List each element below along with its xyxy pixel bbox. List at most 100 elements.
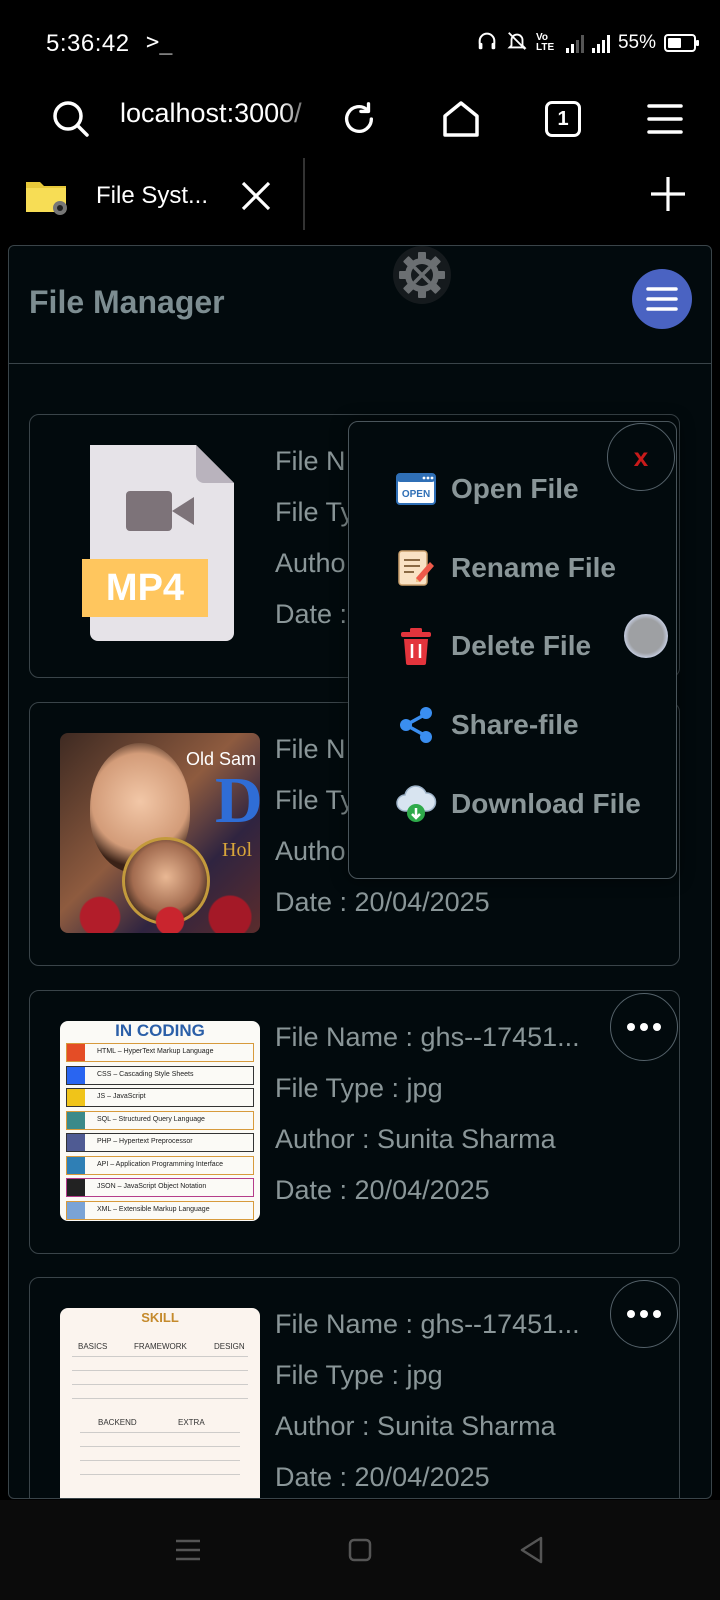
thumb-col: BASICS (78, 1342, 108, 1351)
search-icon[interactable] (46, 94, 96, 144)
file-type: File Type : jpg (275, 1360, 443, 1390)
home-icon[interactable] (436, 94, 486, 144)
dot (627, 1023, 635, 1031)
battery-percent: 55% (617, 32, 656, 53)
thumb-row: HTML – HyperText Markup Language (66, 1043, 254, 1062)
hamburger-menu-button[interactable] (632, 269, 692, 329)
tabs-count: 1 (545, 101, 581, 137)
thumb-row: JSON – JavaScript Object Notation (66, 1178, 254, 1197)
file-meta: File Name : ghs--17451... File Type : jp… (275, 1304, 595, 1498)
dot (640, 1023, 648, 1031)
open-file-icon: OPEN (395, 468, 437, 510)
tabs-count-button[interactable]: 1 (538, 94, 588, 144)
tab-title[interactable]: File Syst... (96, 182, 208, 210)
menu-item-label: Rename File (451, 552, 616, 583)
more-options-button[interactable] (610, 1280, 678, 1348)
app-header: File Manager (9, 246, 711, 364)
file-card[interactable]: IN CODING HTML – HyperText Markup Langua… (29, 990, 680, 1254)
file-name: File Name : ghs--17451... (275, 1309, 580, 1339)
dot (653, 1310, 661, 1318)
mp4-file-icon: MP4 (60, 445, 260, 645)
dot (653, 1023, 661, 1031)
recents-icon[interactable] (168, 1530, 208, 1570)
file-type: File Type : jpg (275, 1073, 443, 1103)
thumb-heading: IN CODING (115, 1021, 205, 1040)
rename-file-icon (395, 547, 437, 589)
thumb-list (72, 1356, 248, 1406)
status-icons: Vo LTE 55% (476, 28, 699, 58)
thumb-row: PHP – Hypertext Preprocessor (66, 1133, 254, 1152)
menu-item-share-file[interactable]: Share-file (395, 700, 579, 750)
photo-letter: D (215, 764, 260, 837)
download-file-icon (395, 783, 437, 825)
folder-settings-icon (24, 172, 70, 218)
signal-2-icon (591, 33, 610, 53)
touch-indicator (624, 614, 668, 658)
thumb-col: DESIGN (214, 1342, 245, 1351)
menu-item-label: Open File (451, 473, 579, 504)
browser-toolbar: localhost:3000/ 1 (0, 84, 720, 158)
reload-icon[interactable] (334, 94, 384, 144)
thumb-row: XML – Extensible Markup Language (66, 1200, 254, 1220)
menu-item-delete-file[interactable]: Delete File (395, 621, 591, 671)
thumb-rows: HTML – HyperText Markup Language CSS – C… (66, 1043, 254, 1221)
headphones-icon (476, 30, 498, 57)
file-meta: File Name : ghs--17451... File Type : jp… (275, 1017, 595, 1221)
tab-divider (303, 158, 305, 230)
thumb-list (80, 1432, 240, 1482)
status-time: 5:36:42 (46, 30, 130, 57)
back-icon[interactable] (512, 1530, 552, 1570)
thumb-row: SQL – Structured Query Language (66, 1110, 254, 1130)
close-menu-button[interactable]: x (607, 423, 675, 491)
file-author: Author : Sunita Sharma (275, 1411, 556, 1441)
battery-icon (664, 34, 699, 52)
thumb-heading: SKILL (141, 1310, 179, 1325)
tab-close-icon[interactable] (234, 174, 278, 218)
settings-tools-button[interactable] (393, 246, 451, 304)
file-date: Date : 20/04/2025 (275, 1462, 490, 1492)
volte-icon: Vo LTE (535, 32, 555, 53)
url-field[interactable]: localhost:3000/ (120, 98, 320, 129)
thumb-col: FRAMEWORK (134, 1342, 187, 1351)
tab-bar: File Syst... (0, 158, 720, 238)
file-author: Author : Sunita Sharma (275, 1124, 556, 1154)
page-title: File Manager (29, 284, 225, 320)
share-file-icon (395, 704, 437, 746)
menu-item-download-file[interactable]: Download File (395, 779, 641, 829)
hamburger-icon (646, 287, 678, 311)
roses-decoration (60, 893, 260, 933)
open-badge: OPEN (401, 488, 431, 500)
gear-icon (399, 252, 445, 298)
new-tab-icon[interactable] (646, 172, 690, 216)
system-nav-bar (0, 1500, 720, 1600)
menu-item-open-file[interactable]: OPEN Open File (395, 464, 579, 514)
terminal-icon: >_ (146, 30, 173, 55)
menu-item-rename-file[interactable]: Rename File (395, 543, 616, 593)
browser-menu-icon[interactable] (640, 94, 690, 144)
more-options-button[interactable] (610, 993, 678, 1061)
skill-thumbnail: SKILL BASICS FRAMEWORK DESIGN BACKEND EX… (60, 1308, 260, 1498)
menu-item-label: Share-file (451, 709, 579, 740)
file-date: Date : 20/04/2025 (275, 887, 490, 917)
thumb-col: BACKEND (98, 1418, 137, 1427)
dot (640, 1310, 648, 1318)
thumb-row: JS – JavaScript (66, 1088, 254, 1107)
delete-file-icon (395, 625, 437, 667)
file-date: Date : 20/04/2025 (275, 1175, 490, 1205)
home-nav-icon[interactable] (340, 1530, 380, 1570)
mp4-label: MP4 (105, 567, 185, 609)
coding-thumbnail: IN CODING HTML – HyperText Markup Langua… (60, 1021, 260, 1221)
dot (627, 1310, 635, 1318)
mute-bell-icon (506, 30, 528, 57)
file-card[interactable]: SKILL BASICS FRAMEWORK DESIGN BACKEND EX… (29, 1277, 680, 1498)
thumb-row: CSS – Cascading Style Sheets (66, 1065, 254, 1085)
file-name: File Name : ghs--17451... (275, 1022, 580, 1052)
status-bar: 5:36:42 >_ Vo LTE 55% (0, 0, 720, 84)
menu-item-label: Download File (451, 788, 641, 819)
thumb-col: EXTRA (178, 1418, 205, 1427)
thumb-row: API – Application Programming Interface (66, 1155, 254, 1175)
menu-item-label: Delete File (451, 630, 592, 661)
photo-thumbnail: Old Sam D Hol (60, 733, 260, 933)
signal-1-icon (565, 33, 584, 53)
file-context-menu: x OPEN Open File Rename File Delete File… (348, 421, 677, 879)
